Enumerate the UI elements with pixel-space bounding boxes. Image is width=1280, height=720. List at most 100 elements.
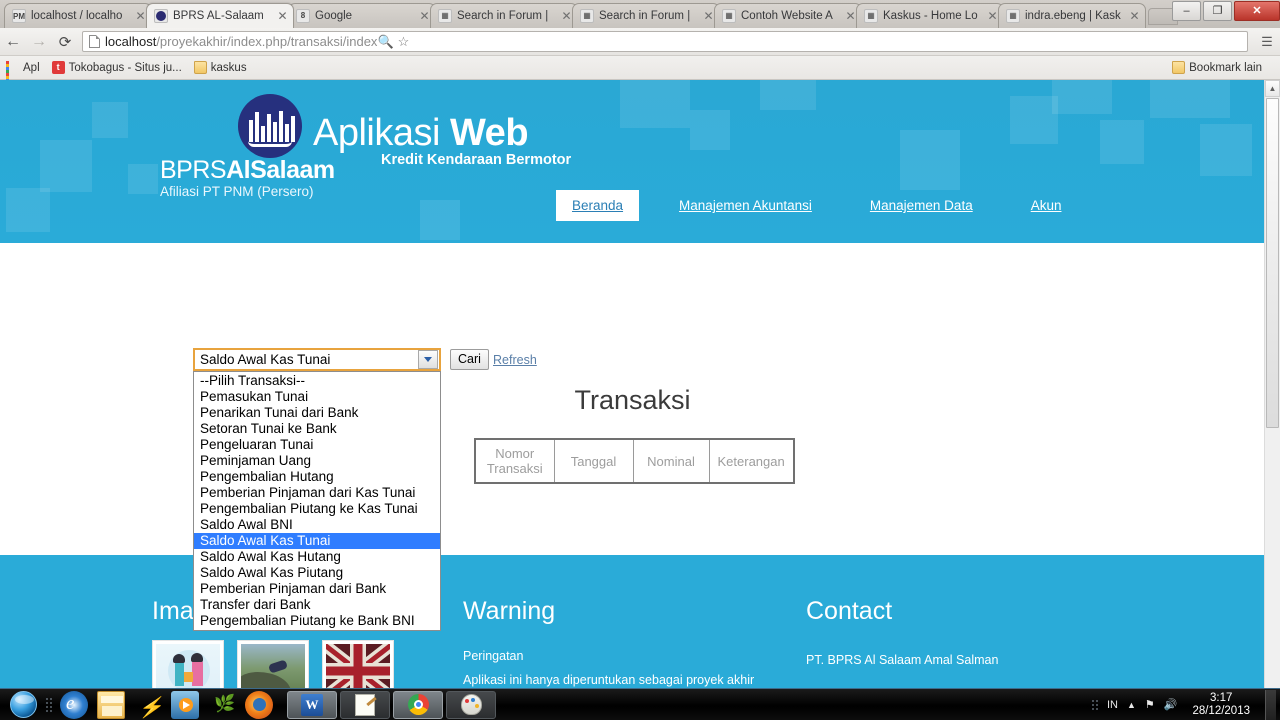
warning-body: Aplikasi ini hanya diperuntukan sebagai …	[463, 673, 755, 687]
task-word[interactable]: W	[287, 690, 337, 719]
network-icon[interactable]: ⚑	[1145, 698, 1155, 711]
bprs-logo-mark	[238, 94, 302, 158]
bookmark-other[interactable]: Bookmark lain	[1172, 61, 1262, 74]
bookmark-kaskus[interactable]: kaskus	[193, 61, 247, 74]
dropdown-option[interactable]: Setoran Tunai ke Bank	[194, 421, 440, 437]
footer-heading-warning: Warning	[463, 597, 556, 625]
firefox-icon[interactable]	[245, 690, 273, 719]
forward-icon[interactable]: →	[26, 29, 52, 55]
nav-link[interactable]: Beranda	[572, 190, 623, 221]
show-desktop-button[interactable]	[1265, 689, 1276, 720]
bookmark-label: Bookmark lain	[1189, 61, 1262, 74]
language-indicator[interactable]: IN	[1107, 699, 1118, 711]
dropdown-option[interactable]: Transfer dari Bank	[194, 597, 440, 613]
browser-tab[interactable]: ▦ Kaskus - Home Lo ✕	[856, 3, 1004, 28]
gallery-thumbnail[interactable]	[152, 640, 224, 688]
tab-close-icon[interactable]: ✕	[1128, 10, 1141, 22]
address-bar[interactable]: localhost/proyekakhir/index.php/transaks…	[82, 31, 1248, 52]
dropdown-option[interactable]: Pengembalian Piutang ke Kas Tunai	[194, 501, 440, 517]
file-explorer-icon[interactable]	[97, 690, 125, 719]
logo-bars-icon	[249, 108, 295, 142]
browser-tab[interactable]: BPRS AL-Salaam ✕	[146, 3, 294, 28]
browser-window: PMA localhost / localho ✕ BPRS AL-Salaam…	[0, 0, 1280, 688]
column-header-keterangan: Keterangan	[708, 438, 795, 484]
tokobagus-icon: t	[51, 61, 65, 74]
refresh-link[interactable]: Refresh	[493, 353, 537, 367]
system-tray: IN ▲ ⚑ 🔊 3:17 28/12/2013	[1091, 689, 1280, 720]
browser-tab[interactable]: ▦ indra.ebeng | Kask ✕	[998, 3, 1146, 28]
browser-tab[interactable]: PMA localhost / localho ✕	[4, 3, 152, 28]
nav-item-manajemen-akuntansi[interactable]: Manajemen Akuntansi	[639, 190, 828, 221]
taskbar-clock[interactable]: 3:17 28/12/2013	[1186, 692, 1256, 718]
chevron-down-icon[interactable]	[418, 350, 438, 369]
dropdown-option[interactable]: Saldo Awal Kas Piutang	[194, 565, 440, 581]
media-player-icon[interactable]	[171, 690, 199, 719]
dropdown-option[interactable]: Pengembalian Hutang	[194, 469, 440, 485]
transaction-type-dropdown[interactable]: --Pilih Transaksi-- Pemasukan Tunai Pena…	[193, 371, 441, 631]
footer-warning-column: Warning Peringatan Aplikasi ini hanya di…	[463, 555, 763, 688]
dropdown-option[interactable]: Pemberian Pinjaman dari Kas Tunai	[194, 485, 440, 501]
dropdown-option[interactable]: Penarikan Tunai dari Bank	[194, 405, 440, 421]
internet-explorer-icon[interactable]: e	[60, 690, 88, 719]
task-paint[interactable]	[446, 690, 496, 719]
dropdown-option-selected[interactable]: Saldo Awal Kas Tunai	[194, 533, 440, 549]
quick-launch: e ⚡ 🌿	[60, 690, 273, 719]
bookmark-apps[interactable]: Apl	[6, 61, 40, 88]
table-header-row: Nomor Transaksi Tanggal Nominal Keterang…	[474, 438, 795, 484]
scrollbar-thumb[interactable]	[1266, 98, 1279, 428]
phpmyadmin-icon: PMA	[12, 9, 26, 23]
apps-grid-icon	[6, 61, 19, 88]
search-button[interactable]: Cari	[450, 349, 489, 370]
uk-flag-image	[326, 644, 390, 688]
dropdown-option[interactable]: Peminjaman Uang	[194, 453, 440, 469]
show-hidden-icons[interactable]: ▲	[1127, 700, 1136, 710]
dropdown-option[interactable]: Pengembalian Piutang ke Bank BNI	[194, 613, 440, 629]
tray-grip	[1091, 699, 1098, 710]
nav-item-beranda[interactable]: Beranda	[556, 190, 640, 221]
chrome-menu-icon[interactable]: ☰	[1254, 34, 1280, 50]
page-viewport: BPRSAlSalaam Afiliasi PT PNM (Persero) A…	[0, 80, 1280, 688]
nav-link[interactable]: Akun	[1031, 190, 1062, 221]
tab-strip: PMA localhost / localho ✕ BPRS AL-Salaam…	[0, 0, 1280, 28]
gallery-thumbnail[interactable]	[322, 640, 394, 688]
browser-tab[interactable]: ▦ Search in Forum | ✕	[572, 3, 720, 28]
winamp-icon[interactable]: ⚡	[134, 691, 163, 719]
dropdown-option[interactable]: Pemberian Pinjaman dari Bank	[194, 581, 440, 597]
volume-icon[interactable]: 🔊	[1164, 698, 1178, 711]
dropdown-option[interactable]: Saldo Awal Kas Hutang	[194, 549, 440, 565]
bookmark-tokobagus[interactable]: t Tokobagus - Situs ju...	[51, 61, 182, 74]
dropdown-option[interactable]: Pengeluaran Tunai	[194, 437, 440, 453]
browser-tab[interactable]: 8 Google ✕	[288, 3, 436, 28]
dropdown-option[interactable]: --Pilih Transaksi--	[194, 373, 440, 389]
footer-heading-contact: Contact	[806, 597, 893, 625]
reload-icon[interactable]: ⟳	[52, 29, 78, 55]
start-button[interactable]	[0, 690, 46, 720]
tab-title: Kaskus - Home Lo	[883, 10, 978, 22]
close-button[interactable]: ✕	[1234, 1, 1280, 21]
transaction-type-select[interactable]: Saldo Awal Kas Tunai	[193, 348, 441, 371]
app-title: Aplikasi Web	[313, 112, 529, 154]
minimize-button[interactable]: –	[1172, 1, 1201, 21]
scroll-up-icon[interactable]: ▲	[1265, 80, 1280, 97]
page-scrollbar[interactable]: ▲	[1264, 80, 1280, 688]
nav-link[interactable]: Manajemen Akuntansi	[679, 190, 812, 221]
dropdown-option[interactable]: Pemasukan Tunai	[194, 389, 440, 405]
dropdown-option[interactable]: Saldo Awal BNI	[194, 517, 440, 533]
task-chrome[interactable]	[393, 690, 443, 719]
zoom-icon[interactable]: 🔍	[377, 34, 393, 50]
gallery-thumbnail[interactable]	[237, 640, 309, 688]
tab-title: indra.ebeng | Kask	[1025, 10, 1121, 22]
bookmark-star-icon[interactable]: ☆	[398, 34, 410, 50]
back-icon[interactable]: ←	[0, 29, 26, 55]
windows-taskbar: e ⚡ 🌿 W IN ▲ ⚑ 🔊 3:17 28/12/2013	[0, 688, 1280, 720]
browser-tab[interactable]: ▦ Search in Forum | ✕	[430, 3, 578, 28]
nav-link[interactable]: Manajemen Data	[870, 190, 973, 221]
folder-icon	[1172, 61, 1186, 74]
nav-item-akun[interactable]: Akun	[989, 190, 1078, 221]
browser-tab[interactable]: ▦ Contoh Website A ✕	[714, 3, 862, 28]
nav-item-manajemen-data[interactable]: Manajemen Data	[828, 190, 989, 221]
plant-icon[interactable]: 🌿	[208, 691, 236, 719]
tab-close-icon[interactable]: ✕	[276, 10, 289, 22]
task-notepad[interactable]	[340, 690, 390, 719]
maximize-button[interactable]: ❐	[1203, 1, 1232, 21]
